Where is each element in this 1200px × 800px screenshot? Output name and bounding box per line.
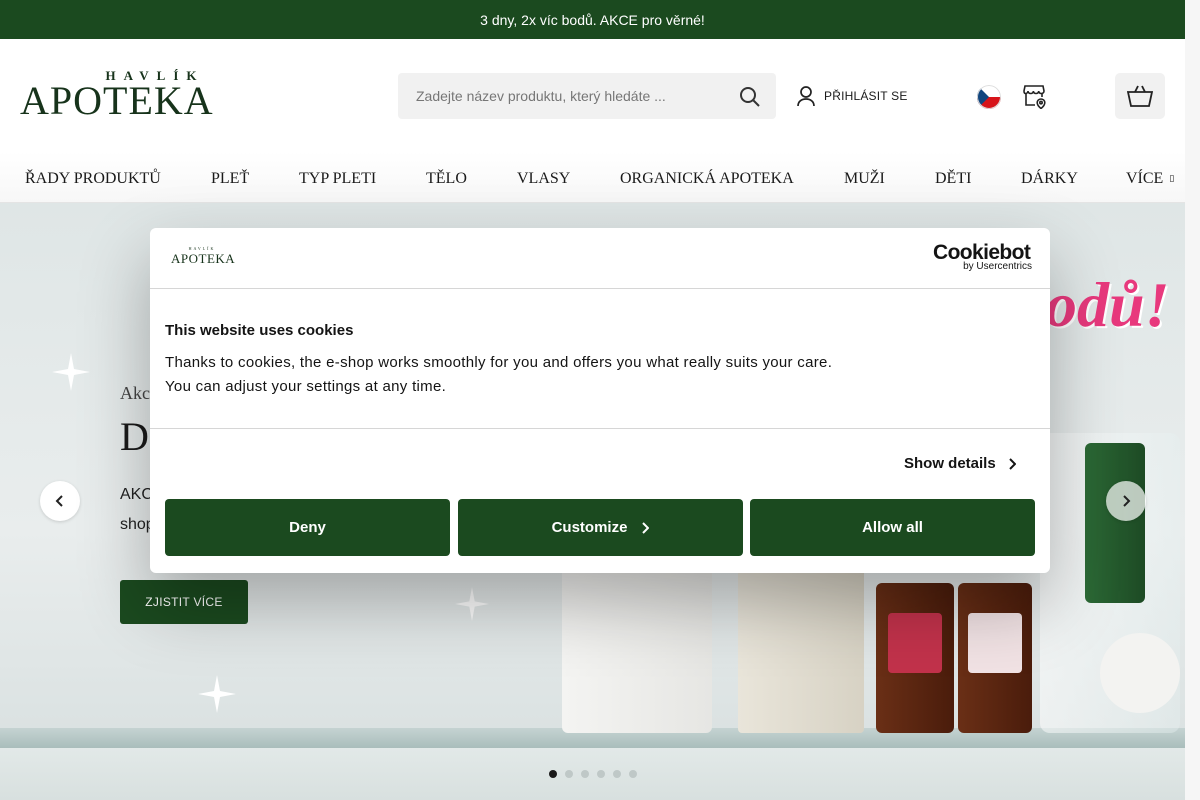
carousel-dot[interactable] — [613, 770, 621, 778]
chevron-right-icon — [1123, 495, 1131, 507]
carousel-dot[interactable] — [549, 770, 557, 778]
nav-item-telo[interactable]: TĚLO — [426, 170, 467, 188]
show-details-link[interactable]: Show details — [904, 455, 1016, 472]
allow-all-button[interactable]: Allow all — [750, 499, 1035, 556]
cookie-site-logo: HAVLÍK APOTEKA — [171, 246, 236, 268]
sparkle-icon — [455, 587, 489, 621]
carousel-dot[interactable] — [597, 770, 605, 778]
chevron-right-icon — [1008, 457, 1016, 470]
cookie-text-line1: Thanks to cookies, the e-shop works smoo… — [165, 354, 833, 371]
cookiebot-logo[interactable]: Cookiebot by Usercentrics — [933, 241, 1035, 273]
hero-text-line1: AKC — [120, 486, 153, 503]
site-header: HAVLÍK APOTEKA PŘIHLÁSIT SE — [0, 39, 1185, 152]
czech-flag-icon[interactable] — [977, 85, 1001, 109]
carousel-dots — [549, 770, 637, 778]
nav-item-darky[interactable]: DÁRKY — [1021, 170, 1078, 188]
hero-banner-text: odů! — [1045, 269, 1170, 340]
nav-item-organicka-apoteka[interactable]: ORGANICKÁ APOTEKA — [620, 170, 794, 188]
login-label: PŘIHLÁSIT SE — [824, 89, 908, 103]
user-icon — [797, 86, 815, 107]
nav-item-rady-produktu[interactable]: ŘADY PRODUKTŮ — [25, 170, 161, 188]
chevron-left-icon — [55, 495, 63, 507]
customize-label: Customize — [551, 519, 628, 536]
deny-button[interactable]: Deny — [165, 499, 450, 556]
logo-main: APOTEKA — [20, 78, 214, 123]
chevron-down-icon: ▯ — [1169, 173, 1175, 183]
chevron-right-icon — [642, 521, 650, 534]
nav-item-muzi[interactable]: MUŽI — [844, 170, 885, 188]
cookie-logo-main: APOTEKA — [171, 251, 236, 266]
nav-vice-label: VÍCE — [1126, 170, 1164, 187]
cookiebot-brand-sub: by Usercentrics — [963, 261, 1032, 272]
sparkle-icon — [198, 675, 236, 713]
nav-item-deti[interactable]: DĚTI — [935, 170, 971, 188]
cookie-text-line2: You can adjust your settings at any time… — [165, 378, 447, 395]
cart-icon — [1127, 85, 1153, 107]
promo-bar[interactable]: 3 dny, 2x víc bodů. AKCE pro věrné! — [0, 0, 1185, 39]
carousel-dot[interactable] — [581, 770, 589, 778]
hero-cta-button[interactable]: ZJISTIT VÍCE — [120, 580, 248, 624]
search-input[interactable] — [398, 73, 728, 119]
cookie-consent-dialog: HAVLÍK APOTEKA Cookiebot by Usercentrics… — [150, 228, 1050, 573]
nav-item-typ-pleti[interactable]: TYP PLETI — [299, 170, 376, 188]
page-scrollbar[interactable] — [1185, 0, 1200, 800]
carousel-next-button[interactable] — [1106, 481, 1146, 521]
cart-button[interactable] — [1115, 73, 1165, 119]
customize-button[interactable]: Customize — [458, 499, 743, 556]
login-link[interactable]: PŘIHLÁSIT SE — [796, 85, 908, 107]
show-details-label: Show details — [904, 455, 996, 472]
main-nav: ŘADY PRODUKTŮ PLEŤ TYP PLETI TĚLO VLASY … — [0, 152, 1185, 203]
hero-headline: D — [120, 414, 149, 459]
cookie-divider — [150, 428, 1050, 429]
site-logo[interactable]: HAVLÍK APOTEKA — [20, 68, 242, 122]
nav-item-plet[interactable]: PLEŤ — [211, 170, 249, 188]
promo-text: 3 dny, 2x víc bodů. AKCE pro věrné! — [480, 11, 705, 28]
store-locator-icon[interactable] — [1023, 83, 1047, 109]
nav-item-vice[interactable]: VÍCE ▯ — [1126, 170, 1174, 188]
hero-tag: Akc — [120, 383, 150, 403]
cookie-title: This website uses cookies — [165, 322, 354, 339]
cookie-dialog-header: HAVLÍK APOTEKA Cookiebot by Usercentrics — [150, 228, 1050, 289]
sparkle-icon — [52, 353, 90, 391]
carousel-prev-button[interactable] — [40, 481, 80, 521]
carousel-dot[interactable] — [565, 770, 573, 778]
search-icon[interactable] — [738, 85, 762, 109]
carousel-dot[interactable] — [629, 770, 637, 778]
nav-item-vlasy[interactable]: VLASY — [517, 170, 570, 188]
search-box — [398, 73, 776, 119]
